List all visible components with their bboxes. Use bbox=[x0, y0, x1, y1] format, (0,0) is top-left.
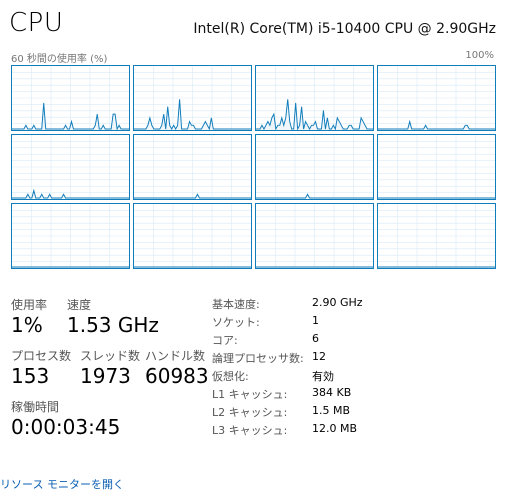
core-graph-svg bbox=[378, 135, 495, 199]
spec-label-logical-processors: 論理プロセッサ数: bbox=[212, 352, 304, 365]
core-graph-svg bbox=[12, 204, 129, 268]
core-graph-7 bbox=[377, 134, 496, 200]
core-graph-svg bbox=[134, 135, 251, 199]
spec-value-sockets: 1 bbox=[312, 314, 319, 327]
threads-value: 1973 bbox=[80, 364, 131, 388]
uptime-label: 稼働時間 bbox=[11, 400, 60, 414]
core-graph-svg bbox=[12, 135, 129, 199]
core-graph-10 bbox=[255, 203, 374, 269]
spec-value-l1-cache: 384 KB bbox=[312, 386, 352, 399]
spec-value-l2-cache: 1.5 MB bbox=[312, 404, 351, 417]
core-graph-svg bbox=[378, 66, 495, 130]
core-graph-8 bbox=[11, 203, 130, 269]
page-title: CPU bbox=[9, 8, 64, 38]
spec-value-base-speed: 2.90 GHz bbox=[312, 296, 363, 309]
core-graphs-grid bbox=[11, 65, 497, 270]
handles-value: 60983 bbox=[145, 364, 209, 388]
core-graph-9 bbox=[133, 203, 252, 269]
processes-value: 153 bbox=[11, 364, 50, 388]
spec-value-logical-processors: 12 bbox=[312, 350, 326, 363]
core-graph-svg bbox=[256, 135, 373, 199]
core-graph-4 bbox=[11, 134, 130, 200]
spec-label-sockets: ソケット: bbox=[212, 316, 260, 329]
core-graph-svg bbox=[134, 204, 251, 268]
utilization-label: 使用率 bbox=[11, 298, 48, 312]
core-graph-svg bbox=[378, 204, 495, 268]
processes-label: プロセス数 bbox=[11, 349, 72, 363]
utilization-value: 1% bbox=[11, 313, 43, 337]
core-graph-0 bbox=[11, 65, 130, 131]
graph-axis-max: 100% bbox=[465, 50, 494, 61]
speed-value: 1.53 GHz bbox=[67, 313, 159, 337]
spec-label-l1-cache: L1 キャッシュ: bbox=[212, 388, 288, 401]
spec-label-virtualization: 仮想化: bbox=[212, 370, 249, 383]
spec-label-base-speed: 基本速度: bbox=[212, 298, 260, 311]
open-resource-monitor-link[interactable]: リソース モニターを開く bbox=[0, 476, 124, 492]
core-graph-6 bbox=[255, 134, 374, 200]
core-graph-5 bbox=[133, 134, 252, 200]
core-graph-3 bbox=[377, 65, 496, 131]
core-graph-svg bbox=[134, 66, 251, 130]
graph-axis-label: 60 秒間の使用率 (%) bbox=[11, 54, 108, 65]
spec-value-l3-cache: 12.0 MB bbox=[312, 422, 358, 435]
core-graph-svg bbox=[256, 66, 373, 130]
spec-label-l2-cache: L2 キャッシュ: bbox=[212, 406, 288, 419]
uptime-value: 0:00:03:45 bbox=[11, 415, 121, 439]
core-graph-2 bbox=[255, 65, 374, 131]
core-graph-11 bbox=[377, 203, 496, 269]
spec-label-cores: コア: bbox=[212, 334, 238, 347]
core-graph-svg bbox=[12, 66, 129, 130]
core-graph-svg bbox=[256, 204, 373, 268]
spec-value-cores: 6 bbox=[312, 332, 319, 345]
threads-label: スレッド数 bbox=[80, 349, 141, 363]
handles-label: ハンドル数 bbox=[145, 349, 206, 363]
core-graph-1 bbox=[133, 65, 252, 131]
cpu-model-name: Intel(R) Core(TM) i5-10400 CPU @ 2.90GHz bbox=[193, 21, 496, 37]
spec-value-virtualization: 有効 bbox=[312, 370, 334, 383]
speed-label: 速度 bbox=[67, 298, 92, 312]
spec-label-l3-cache: L3 キャッシュ: bbox=[212, 424, 288, 437]
